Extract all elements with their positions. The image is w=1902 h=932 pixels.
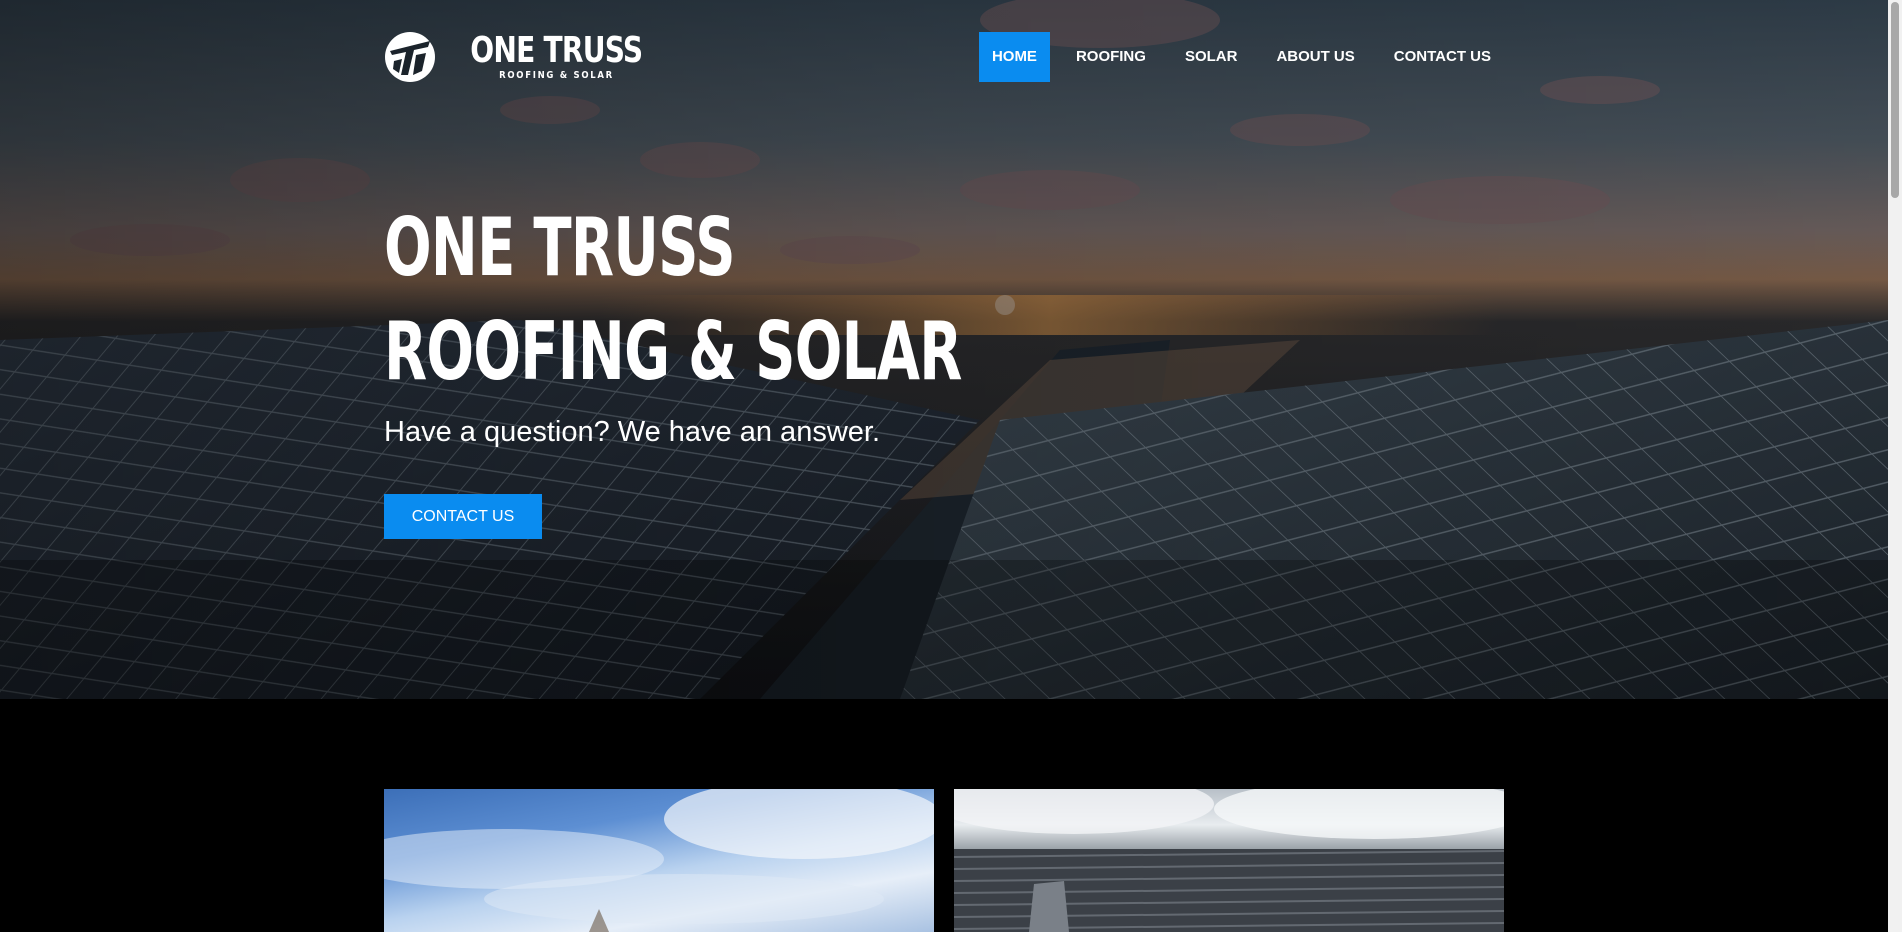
roof-tiles-photo — [954, 789, 1504, 932]
hero-title-line-2: ROOFING & SOLAR — [384, 305, 962, 398]
nav-item-solar[interactable]: SOLAR — [1172, 32, 1251, 82]
service-card-image-left[interactable] — [384, 789, 934, 932]
logo-title: ONE TRUSS — [470, 30, 643, 71]
contact-us-button[interactable]: CONTACT US — [384, 494, 542, 539]
logo-subtitle: ROOFING & SOLAR — [498, 70, 614, 81]
site-header: ONE TRUSS ROOFING & SOLAR HOME ROOFING S… — [384, 28, 1504, 86]
page: ONE TRUSS ROOFING & SOLAR HOME ROOFING S… — [0, 0, 1902, 932]
logo[interactable]: ONE TRUSS ROOFING & SOLAR — [384, 28, 667, 86]
nav-item-home[interactable]: HOME — [978, 32, 1050, 82]
scrollbar-thumb[interactable] — [1891, 2, 1899, 198]
hero-subtitle: Have a question? We have an answer. — [384, 416, 881, 448]
hero-content: ONE TRUSS ROOFING & SOLAR Have a questio… — [384, 196, 1084, 539]
page-scrollbar[interactable] — [1888, 0, 1902, 932]
service-card-image-right[interactable] — [954, 789, 1504, 932]
nav-item-roofing[interactable]: ROOFING — [1063, 32, 1159, 82]
sky-photo — [384, 789, 934, 932]
services-section — [0, 699, 1888, 932]
nav-item-about-us[interactable]: ABOUT US — [1263, 32, 1367, 82]
one-truss-logo-icon — [384, 31, 436, 83]
main-nav: HOME ROOFING SOLAR ABOUT US CONTACT US — [978, 32, 1504, 82]
logo-text: ONE TRUSS ROOFING & SOLAR — [446, 32, 667, 82]
hero-title-line-1: ONE TRUSS — [384, 201, 736, 294]
nav-item-contact-us[interactable]: CONTACT US — [1381, 32, 1504, 82]
